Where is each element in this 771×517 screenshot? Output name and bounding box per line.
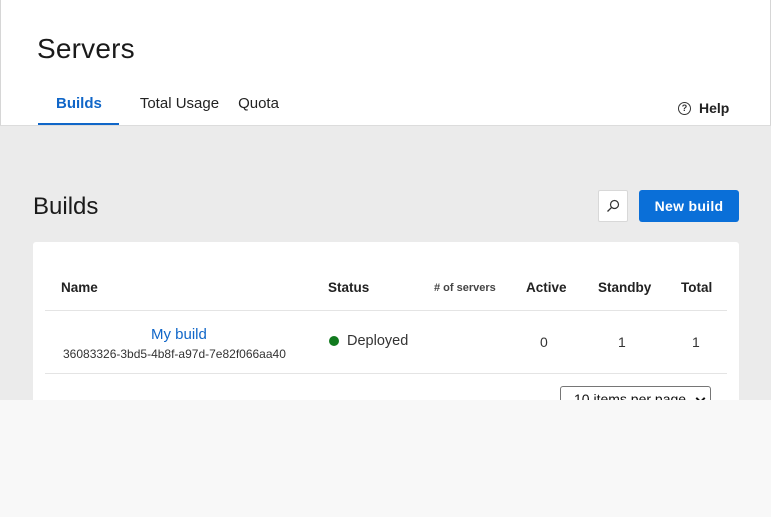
column-header-active: Active — [526, 280, 567, 295]
status-cell: Deployed — [329, 333, 408, 349]
section-title: Builds — [33, 193, 99, 220]
column-header-servers: # of servers — [434, 282, 496, 294]
build-name-link[interactable]: My build — [151, 326, 207, 343]
page-size-select[interactable]: 10 items per page — [560, 386, 711, 400]
tab-total-usage[interactable]: Total Usage — [140, 92, 237, 125]
standby-count: 1 — [618, 334, 626, 350]
column-header-status[interactable]: Status — [328, 280, 369, 295]
build-id: 36083326-3bd5-4b8f-a97d-7e82f066aa40 — [63, 347, 286, 361]
search-button[interactable] — [598, 190, 628, 222]
column-header-total: Total — [681, 280, 713, 295]
help-label: Help — [699, 100, 730, 116]
tab-bar: Builds Total Usage Quota — [38, 92, 297, 125]
tab-builds[interactable]: Builds — [38, 92, 119, 125]
status-indicator — [329, 336, 339, 346]
page-size-value: 10 items per page — [574, 391, 687, 400]
column-header-standby: Standby — [598, 280, 652, 295]
chevron-down-icon — [695, 393, 706, 400]
status-text: Deployed — [347, 333, 409, 349]
builds-table: Name Status # of servers Active Standby … — [33, 242, 739, 400]
column-header-name[interactable]: Name — [61, 280, 98, 295]
viewport: Servers Builds Total Usage Quota ? Help … — [0, 0, 771, 400]
help-button[interactable]: ? Help — [678, 100, 729, 116]
new-build-button[interactable]: New build — [639, 190, 739, 222]
help-icon: ? — [678, 101, 691, 115]
total-count: 1 — [692, 334, 700, 350]
active-count: 0 — [540, 334, 548, 350]
page-header: Servers Builds Total Usage Quota ? Help — [0, 0, 771, 126]
search-icon — [607, 199, 620, 212]
row-divider — [45, 373, 727, 374]
tab-quota[interactable]: Quota — [238, 92, 297, 125]
page-title: Servers — [37, 33, 135, 64]
header-divider — [45, 310, 727, 311]
